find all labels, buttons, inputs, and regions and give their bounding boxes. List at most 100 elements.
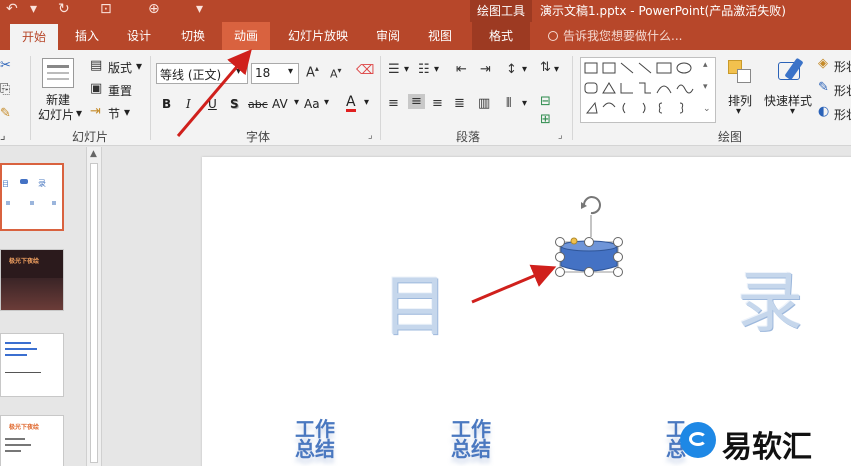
slide-thumbnail-3[interactable] [0,333,64,397]
chevron-down-icon[interactable]: ▾ [522,98,527,109]
new-slide-icon[interactable] [42,58,74,88]
chevron-down-icon[interactable]: ▾ [404,64,409,75]
title-char-mu[interactable]: 目 [382,253,448,349]
redo-icon[interactable]: ↻ [58,1,70,17]
preview-icon[interactable]: ⊕ [148,1,160,17]
selected-cylinder-shape[interactable] [548,193,638,293]
tab-review[interactable]: 审阅 [362,22,414,50]
chevron-down-icon[interactable]: ▾ [736,106,741,117]
font-color-button[interactable]: A [346,95,356,112]
chevron-down-icon[interactable]: ▾ [434,64,439,75]
paragraph-dialog-launcher-icon[interactable]: ⌟ [558,130,563,141]
font-name-combobox[interactable]: 等线 (正文) ▾ [156,63,248,84]
cut-icon[interactable]: ✂ [0,58,11,73]
columns-icon[interactable]: ⫴ [506,96,511,111]
numbering-icon[interactable]: ☷ [418,62,430,77]
ribbon: ✂ ⎘ ✎ ⌟ 新建 幻灯片 ▾ ▤ 版式 ▾ ▣ 重置 ⇥ 节 ▾ 幻灯片 等… [0,50,851,146]
layout-icon[interactable]: ▤ [90,58,102,73]
scroll-up-icon[interactable]: ▴ [703,60,708,70]
text-shadow-button[interactable]: S [230,97,239,111]
align-right-icon[interactable]: ≡ [432,96,443,111]
tab-animations[interactable]: 动画 [222,22,270,50]
slide-thumbnail-2[interactable]: 极光下夜绘 [0,249,64,311]
reset-button[interactable]: 重置 [108,82,132,99]
text-direction-icon[interactable]: ⇅ [540,60,551,75]
clipboard-launcher-icon[interactable]: ⌟ [0,128,6,142]
smartart-icon[interactable]: ⊞ [540,112,551,127]
tab-view[interactable]: 视图 [414,22,466,50]
chevron-down-icon[interactable]: ▾ [790,106,795,117]
slide-thumbnail-1[interactable]: 目 录 [0,163,64,231]
shapes-gallery[interactable]: ▴ ▾ ⌄ [580,57,716,123]
chevron-down-icon[interactable]: ▾ [364,97,369,108]
chevron-down-icon[interactable]: ▾ [136,59,142,73]
font-size-combobox[interactable]: 18 ▾ [251,63,299,84]
shape-fill-icon[interactable]: ◈ [818,56,828,71]
justify-icon[interactable]: ≣ [454,96,465,111]
shape-effects-icon[interactable]: ◐ [818,104,829,119]
dropdown-icon[interactable]: ▾ [30,1,37,17]
chevron-down-icon[interactable]: ▾ [76,106,82,120]
shrink-font-icon[interactable]: A▾ [330,66,342,81]
shape-outline-icon[interactable]: ✎ [818,80,829,95]
line-spacing-icon[interactable]: ↕ [506,62,517,77]
format-painter-icon[interactable]: ✎ [0,106,11,121]
tell-me-search[interactable]: 告诉我您想要做什么... [548,22,682,50]
slide-thumbnail-pane[interactable]: 目 录 极光下夜绘 极光下夜绘 [0,147,86,466]
shape-effects-button[interactable]: 形状 [834,106,851,123]
character-spacing-button[interactable]: AV [272,97,288,111]
tab-design[interactable]: 设计 [116,22,162,50]
tab-format[interactable]: 格式 [472,22,530,50]
underline-button[interactable]: U [208,97,217,111]
chevron-down-icon[interactable]: ▾ [324,97,329,108]
change-case-button[interactable]: Aa [304,97,320,111]
increase-indent-icon[interactable]: ⇥ [480,62,491,77]
grow-font-icon[interactable]: A▴ [306,64,319,80]
thumbnail-scrollbar[interactable]: ▲ [86,147,102,466]
section-icon[interactable]: ⇥ [90,104,101,119]
quick-styles-icon[interactable] [776,57,806,86]
scroll-up-arrow-icon[interactable]: ▲ [90,149,97,159]
tab-transitions[interactable]: 切换 [168,22,218,50]
undo-icon[interactable]: ↶ [6,1,18,17]
align-left-icon[interactable]: ≡ [388,96,399,111]
layout-button[interactable]: 版式 [108,59,132,76]
align-center-icon[interactable]: ≡ [408,94,425,109]
italic-button[interactable]: I [186,97,191,111]
arrange-icon[interactable] [726,58,754,86]
tab-slideshow[interactable]: 幻灯片放映 [280,22,356,50]
tab-insert[interactable]: 插入 [64,22,110,50]
copy-icon[interactable]: ⎘ [0,82,10,97]
chevron-down-icon[interactable]: ▾ [124,105,130,119]
align-text-icon[interactable]: ⊟ [540,94,551,109]
chevron-down-icon[interactable]: ▾ [522,64,527,75]
shape-fill-button[interactable]: 形状 [834,58,851,75]
new-slide-label-line2[interactable]: 幻灯片 [38,106,74,123]
bold-button[interactable]: B [162,97,171,111]
tab-home[interactable]: 开始 [10,24,58,50]
customize-quick-access-icon[interactable]: ▾ [196,1,203,17]
scrollbar-thumb[interactable] [90,163,98,463]
quick-styles-button[interactable]: 快速样式 [764,92,812,109]
chevron-down-icon[interactable]: ▾ [554,64,559,75]
distributed-icon[interactable]: ▥ [478,96,490,111]
title-char-lu[interactable]: 录 [737,249,803,345]
strikethrough-button[interactable]: abc [248,98,268,111]
wordart-work-summary-1[interactable]: 工作 总结 [292,419,338,459]
more-shapes-icon[interactable]: ⌄ [703,104,711,114]
bullets-icon[interactable]: ☰ [388,62,400,77]
presenter-icon[interactable]: ⊡ [100,1,112,17]
scroll-down-icon[interactable]: ▾ [703,82,708,92]
section-button[interactable]: 节 [108,105,120,122]
reset-icon[interactable]: ▣ [90,81,102,96]
chevron-down-icon[interactable]: ▾ [288,66,293,77]
chevron-down-icon[interactable]: ▾ [294,97,299,108]
slide-thumbnail-4[interactable]: 极光下夜绘 [0,415,64,466]
separator [572,56,573,140]
decrease-indent-icon[interactable]: ⇤ [456,62,467,77]
wordart-work-summary-2[interactable]: 工作 总结 [448,419,494,459]
chevron-down-icon[interactable]: ▾ [236,66,241,77]
shape-outline-button[interactable]: 形状 [834,82,851,99]
font-dialog-launcher-icon[interactable]: ⌟ [368,130,373,141]
clear-formatting-icon[interactable]: ⌫ [356,63,374,78]
